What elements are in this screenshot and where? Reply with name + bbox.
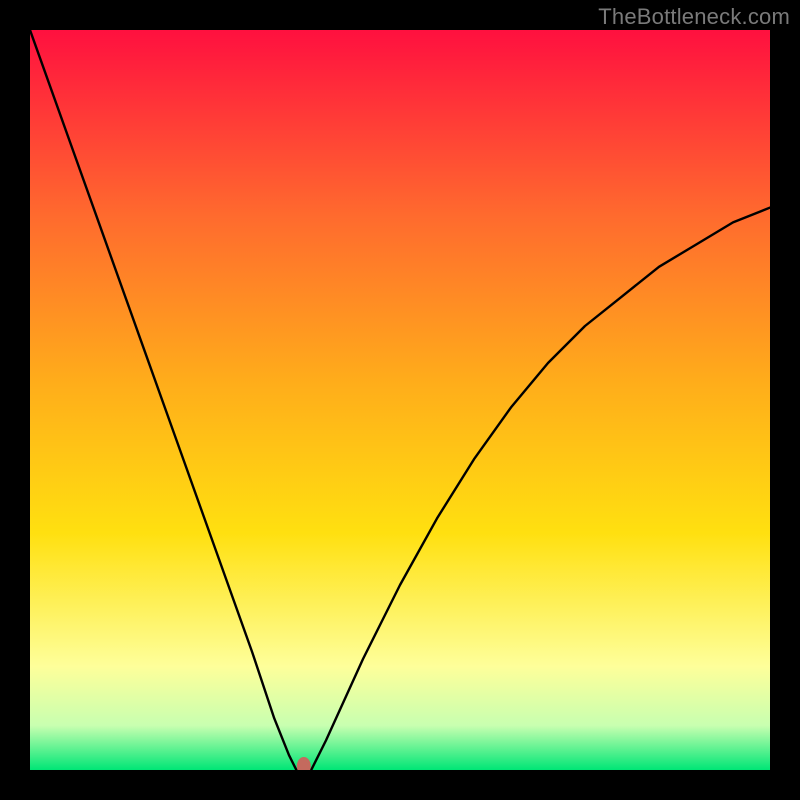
watermark-text: TheBottleneck.com <box>598 4 790 30</box>
chart-frame: TheBottleneck.com <box>0 0 800 800</box>
chart-svg <box>30 30 770 770</box>
gradient-background <box>30 30 770 770</box>
plot-area <box>30 30 770 770</box>
